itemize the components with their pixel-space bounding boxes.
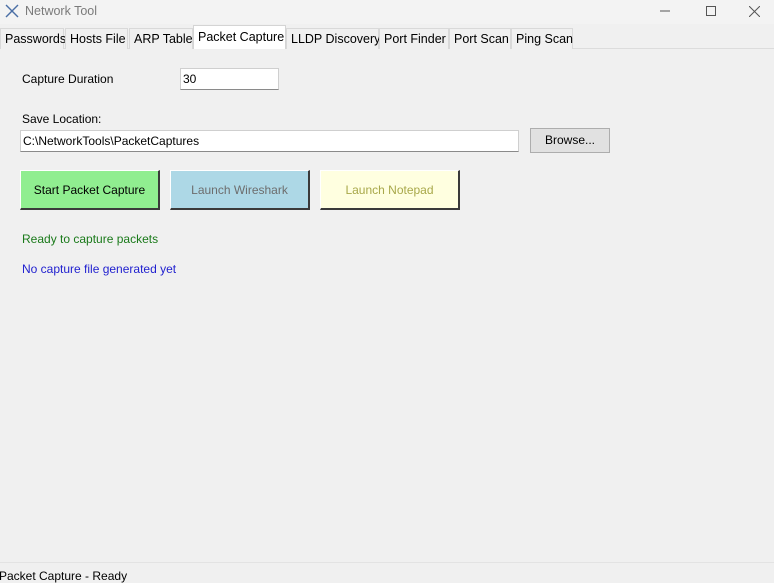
maximize-icon — [706, 6, 716, 16]
status-bar-text: Packet Capture - Ready — [0, 569, 128, 583]
status-bar: Packet Capture - Ready — [0, 563, 774, 583]
browse-button[interactable]: Browse... — [530, 128, 610, 153]
tab-label: Passwords — [5, 32, 67, 46]
close-button[interactable] — [734, 0, 774, 22]
maximize-button[interactable] — [688, 0, 734, 22]
tab-label: Packet Capture — [198, 30, 285, 44]
close-icon — [748, 5, 760, 17]
main-window: Network Tool Passwords Hosts File ARP Ta… — [0, 0, 774, 583]
tab-arp-table[interactable]: ARP Table — [129, 28, 193, 49]
tab-passwords[interactable]: Passwords — [0, 28, 67, 49]
tab-ping-scan[interactable]: Ping Scan — [511, 28, 573, 49]
save-location-label: Save Location: — [22, 112, 102, 126]
capture-duration-field[interactable]: 30 — [180, 68, 279, 90]
capture-duration-label: Capture Duration — [22, 72, 114, 86]
tab-port-finder[interactable]: Port Finder — [379, 28, 449, 49]
tab-label: LLDP Discovery — [291, 32, 381, 46]
capture-file-text: No capture file generated yet — [22, 262, 177, 276]
tab-label: ARP Table — [134, 32, 193, 46]
x-icon — [5, 4, 19, 18]
launch-notepad-button[interactable]: Launch Notepad — [320, 170, 460, 210]
window-title: Network Tool — [25, 4, 98, 18]
tab-label: Port Scan — [454, 32, 509, 46]
minimize-button[interactable] — [642, 0, 688, 22]
tab-lldp-discovery[interactable]: LLDP Discovery — [286, 28, 381, 49]
tab-hosts-file[interactable]: Hosts File — [65, 28, 128, 49]
minimize-icon — [660, 6, 670, 16]
title-bar[interactable]: Network Tool — [0, 0, 774, 24]
capture-status-text: Ready to capture packets — [22, 232, 159, 246]
start-packet-capture-button[interactable]: Start Packet Capture — [20, 170, 160, 210]
tab-packet-capture[interactable]: Packet Capture — [193, 25, 286, 49]
tab-label: Hosts File — [70, 32, 126, 46]
tab-label: Ping Scan — [516, 32, 573, 46]
tab-label: Port Finder — [384, 32, 446, 46]
launch-wireshark-button[interactable]: Launch Wireshark — [170, 170, 310, 210]
save-location-field[interactable]: C:\NetworkTools\PacketCaptures — [20, 130, 519, 152]
tab-port-scan[interactable]: Port Scan — [449, 28, 511, 49]
